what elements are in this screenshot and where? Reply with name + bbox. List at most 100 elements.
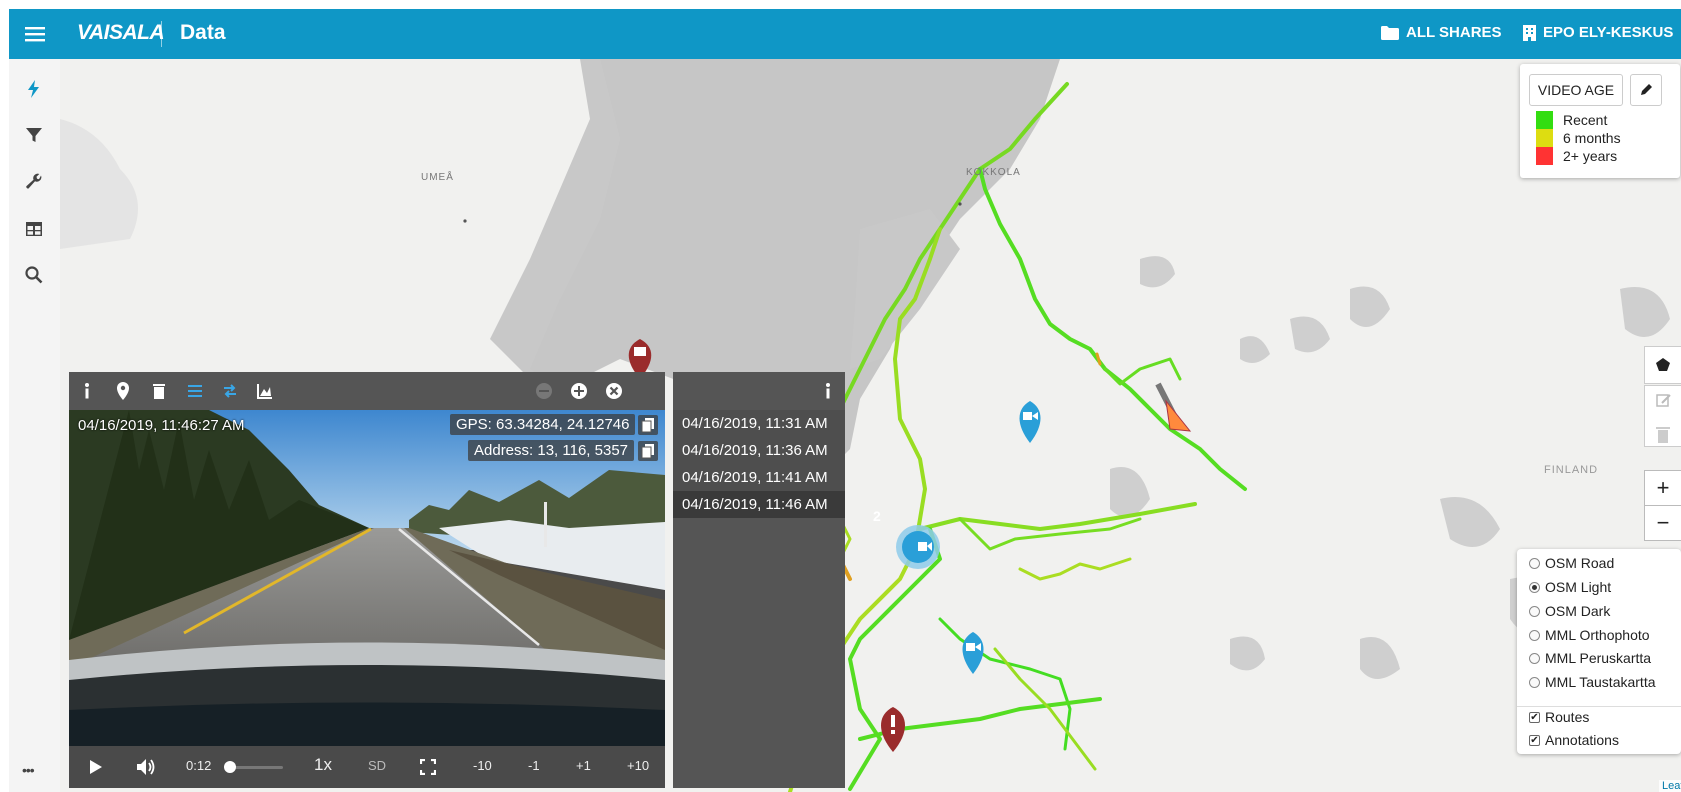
trash-icon[interactable] [1645,421,1681,451]
radio-button[interactable] [1529,676,1540,688]
top-bar: VAISALA Data ALL SHARES EPO ELY-KESKUS [9,9,1681,59]
repeat-icon[interactable] [220,381,240,401]
draw-polygon-button[interactable] [1644,346,1681,384]
layers-control: OSM Road OSM Light OSM Dark MML Orthopho… [1517,549,1681,754]
more-options-button[interactable]: ••• [22,762,35,778]
edit-tools [1644,385,1681,447]
legend-label: 2+ years [1563,148,1618,164]
video-player-panel: 04/16/2019, 11:46:27 AM GPS: 63.34284, 2… [69,372,665,788]
polygon-icon [1656,358,1670,371]
video-cluster-marker[interactable] [896,525,940,569]
radio-button[interactable] [1529,581,1540,593]
skip-forward-1[interactable]: +1 [576,758,591,773]
copy-address-button[interactable] [638,441,658,461]
radio-button[interactable] [1529,605,1540,617]
wrench-icon[interactable] [24,172,44,192]
copy-icon [641,444,654,459]
overlay-routes[interactable]: ✔ Routes [1529,707,1589,727]
zoom-in-button[interactable]: + [1644,470,1681,506]
fullscreen-icon[interactable] [420,759,436,775]
radio-button[interactable] [1529,557,1540,569]
cluster-count: 2 [873,508,881,524]
zoom-in-icon[interactable] [569,381,589,401]
radio-button[interactable] [1529,652,1540,664]
map-label-finland: FINLAND [1544,464,1599,476]
dashcam-video[interactable]: 04/16/2019, 11:46:27 AM GPS: 63.34284, 2… [69,410,665,746]
legend-item-6-months: 6 months [1536,129,1621,147]
seek-bar[interactable] [224,761,283,773]
layer-osm-dark[interactable]: OSM Dark [1529,601,1610,621]
radio-button[interactable] [1529,629,1540,641]
legend-label: Recent [1563,112,1608,128]
layer-mml-taustakartta[interactable]: MML Taustakartta [1529,672,1656,692]
skip-back-1[interactable]: -1 [528,758,540,773]
close-icon[interactable] [604,381,624,401]
layer-label: MML Taustakartta [1545,674,1656,690]
overlay-annotations[interactable]: ✔ Annotations [1529,730,1619,750]
time-list-item-active[interactable]: 04/16/2019, 11:46 AM [673,491,845,518]
organization-button[interactable]: EPO ELY-KESKUS [1523,24,1673,41]
layer-label: MML Orthophoto [1545,627,1650,643]
legend-swatch [1536,111,1553,129]
copy-gps-button[interactable] [638,415,658,435]
video-time-list: 04/16/2019, 11:31 AM 04/16/2019, 11:36 A… [673,372,845,788]
video-age-button[interactable]: VIDEO AGE [1529,74,1623,106]
page-title: Data [180,21,226,44]
checkbox[interactable]: ✔ [1529,734,1540,746]
volume-icon[interactable] [136,758,156,776]
sidebar: ••• [9,59,61,792]
skip-back-10[interactable]: -10 [473,758,492,773]
building-icon [1523,24,1536,41]
legend-swatch [1536,147,1553,165]
layer-mml-peruskartta[interactable]: MML Peruskartta [1529,648,1651,668]
lightning-icon[interactable] [24,79,44,99]
address-readout: Address: 13, 116, 5357 [468,440,634,461]
quality-toggle[interactable]: SD [368,758,386,773]
playback-speed[interactable]: 1x [314,755,332,775]
layer-label: Routes [1545,709,1590,725]
layer-osm-road[interactable]: OSM Road [1529,553,1614,573]
video-timestamp: 04/16/2019, 11:46:27 AM [78,417,245,434]
video-marker[interactable] [962,632,984,674]
map-label-umea: UMEÅ [421,172,454,183]
layer-label: OSM Road [1545,555,1615,571]
zoom-out-icon[interactable] [534,381,554,401]
layer-label: OSM Dark [1545,603,1611,619]
folder-icon [1381,25,1399,40]
play-icon[interactable] [88,759,104,775]
location-pin-icon[interactable] [113,381,133,401]
layer-label: OSM Light [1545,579,1612,595]
time-list-header [673,372,845,410]
logo-divider [161,21,162,47]
all-shares-label: ALL SHARES [1406,24,1502,41]
time-list-item[interactable]: 04/16/2019, 11:36 AM [673,437,845,464]
zoom-out-button[interactable]: − [1644,505,1681,541]
time-list-item[interactable]: 04/16/2019, 11:41 AM [673,464,845,491]
video-controls: 0:12 1x SD -10 -1 +1 +10 [69,746,665,788]
menu-icon[interactable] [23,22,47,46]
legend-swatch [1536,129,1553,147]
skip-forward-10[interactable]: +10 [627,758,649,773]
edit-icon[interactable] [1645,386,1681,416]
alert-marker[interactable] [881,707,905,752]
vaisala-logo[interactable]: VAISALA [77,21,165,45]
layer-label: MML Peruskartta [1545,650,1652,666]
edit-legend-button[interactable] [1630,74,1662,106]
layer-osm-light[interactable]: OSM Light [1529,577,1611,597]
table-icon[interactable] [24,219,44,239]
list-icon[interactable] [185,381,205,401]
layer-label: Annotations [1545,732,1619,748]
leaflet-attribution[interactable]: Leaflet [1659,780,1681,792]
all-shares-button[interactable]: ALL SHARES [1381,24,1502,41]
video-marker[interactable] [1019,401,1041,443]
checkbox[interactable]: ✔ [1529,711,1540,723]
filter-icon[interactable] [24,125,44,145]
seek-handle[interactable] [224,761,237,773]
search-icon[interactable] [24,265,44,285]
layer-mml-orthophoto[interactable]: MML Orthophoto [1529,625,1650,645]
time-list-item[interactable]: 04/16/2019, 11:31 AM [673,410,845,437]
info-icon[interactable] [77,381,97,401]
trash-icon[interactable] [149,381,169,401]
chart-icon[interactable] [255,381,275,401]
info-icon[interactable] [818,381,838,401]
